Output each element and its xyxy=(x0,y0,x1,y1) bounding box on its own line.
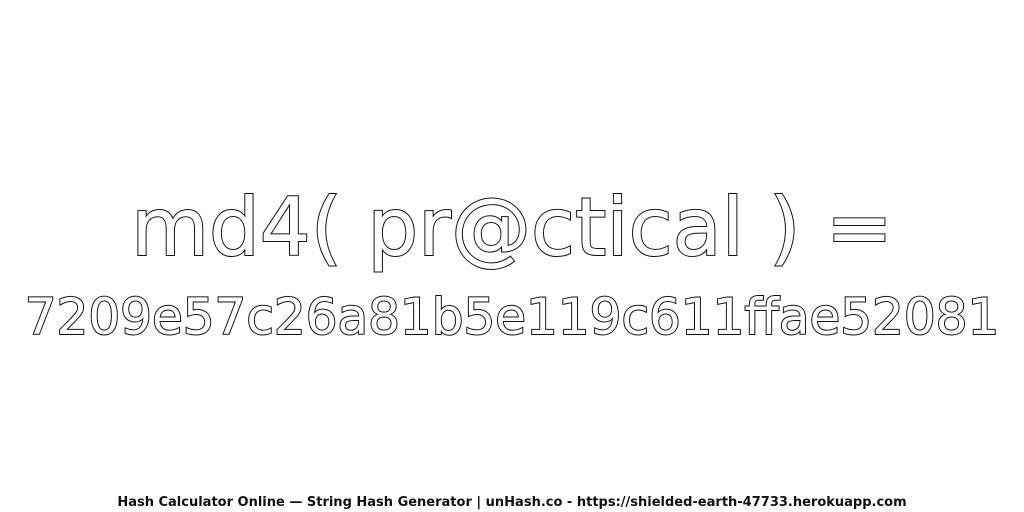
image-canvas: md4( pr@ctical ) = 7209e57c26a81b5e119c6… xyxy=(0,0,1024,512)
hash-result-value: 7209e57c26a81b5e119c611ffae52081 xyxy=(24,287,1001,347)
hash-expression-heading: md4( pr@ctical ) = xyxy=(130,180,894,275)
site-footer-caption: Hash Calculator Online — String Hash Gen… xyxy=(117,495,907,510)
